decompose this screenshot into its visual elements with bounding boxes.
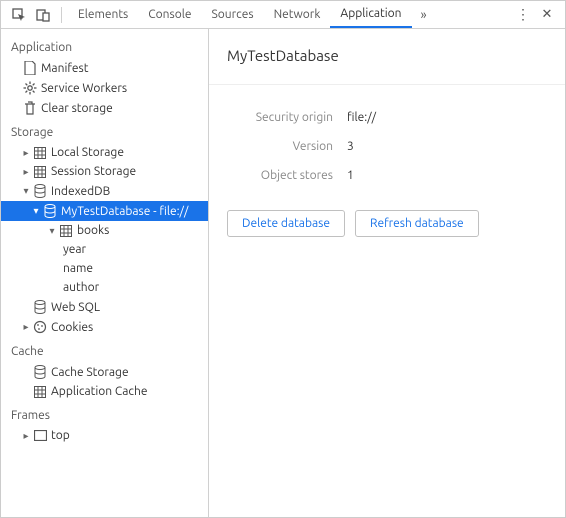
item-index-name[interactable]: name [1, 259, 208, 278]
tree-label: author [61, 281, 99, 294]
tree-label: IndexedDB [49, 185, 110, 198]
chevron-right-icon: ▸ [21, 147, 31, 159]
detail-panel: MyTestDatabase Security origin file:// V… [209, 29, 565, 517]
chevron-down-icon: ▾ [31, 205, 41, 217]
kebab-menu-icon[interactable]: ⋮ [515, 7, 531, 23]
document-icon [21, 61, 39, 75]
tree-label: books [75, 224, 109, 237]
tree-label: year [61, 243, 86, 256]
prop-value: 1 [347, 169, 354, 182]
section-application: Application [1, 33, 208, 58]
prop-label: Object stores [227, 169, 347, 182]
prop-value: file:// [347, 111, 376, 124]
database-icon [41, 204, 59, 218]
table-icon [31, 386, 49, 398]
tab-sources[interactable]: Sources [201, 2, 263, 27]
properties: Security origin file:// Version 3 Object… [209, 85, 565, 200]
prop-version: Version 3 [227, 132, 547, 161]
table-icon [31, 166, 49, 178]
item-indexeddb-database[interactable]: ▾ MyTestDatabase - file:// [1, 201, 208, 221]
item-index-author[interactable]: author [1, 278, 208, 297]
toolbar-divider [61, 7, 62, 23]
tree-label: Local Storage [49, 146, 124, 159]
trash-icon [21, 101, 39, 115]
database-icon [31, 184, 49, 198]
database-title: MyTestDatabase [209, 29, 565, 85]
item-cookies[interactable]: ▸ Cookies [1, 317, 208, 337]
refresh-database-button[interactable]: Refresh database [355, 210, 479, 237]
tree-label: Manifest [39, 62, 88, 75]
close-icon[interactable]: ✕ [539, 7, 555, 23]
tree-label: Cookies [49, 321, 93, 334]
frame-icon [31, 430, 49, 441]
item-clear-storage[interactable]: Clear storage [1, 98, 208, 118]
delete-database-button[interactable]: Delete database [227, 210, 345, 237]
item-cache-storage[interactable]: Cache Storage [1, 362, 208, 382]
section-cache: Cache [1, 337, 208, 362]
chevron-down-icon: ▾ [21, 185, 31, 197]
prop-label: Version [227, 140, 347, 153]
item-object-store[interactable]: ▾ books [1, 221, 208, 240]
item-frame-top[interactable]: ▸ top [1, 426, 208, 445]
item-service-workers[interactable]: Service Workers [1, 78, 208, 98]
tree-label: top [49, 429, 70, 442]
tree-label: Web SQL [49, 301, 100, 314]
chevron-right-icon: ▸ [21, 166, 31, 178]
tab-network[interactable]: Network [264, 2, 331, 27]
item-indexeddb[interactable]: ▾ IndexedDB [1, 181, 208, 201]
prop-security-origin: Security origin file:// [227, 103, 547, 132]
tree-label: Service Workers [39, 82, 127, 95]
button-row: Delete database Refresh database [209, 200, 565, 247]
device-toggle-icon[interactable] [35, 7, 51, 23]
tree-label: MyTestDatabase - file:// [59, 205, 188, 218]
item-session-storage[interactable]: ▸ Session Storage [1, 162, 208, 181]
item-local-storage[interactable]: ▸ Local Storage [1, 143, 208, 162]
tree-label: Application Cache [49, 385, 147, 398]
table-icon [31, 147, 49, 159]
chevron-down-icon: ▾ [47, 225, 57, 237]
panel-tabs: Elements Console Sources Network Applica… [68, 1, 436, 28]
tree-label: Clear storage [39, 102, 113, 115]
main-area: Application Manifest Service Workers Cle… [1, 29, 565, 517]
database-icon [31, 365, 49, 379]
sidebar: Application Manifest Service Workers Cle… [1, 29, 209, 517]
chevron-right-icon: ▸ [21, 321, 31, 333]
tree-label: Cache Storage [49, 366, 129, 379]
table-icon [57, 225, 75, 237]
more-tabs-icon[interactable]: » [416, 7, 432, 23]
prop-label: Security origin [227, 111, 347, 124]
chevron-right-icon: ▸ [21, 430, 31, 442]
item-application-cache[interactable]: Application Cache [1, 382, 208, 401]
database-icon [31, 300, 49, 314]
tree-label: name [61, 262, 93, 275]
prop-object-stores: Object stores 1 [227, 161, 547, 190]
section-frames: Frames [1, 401, 208, 426]
section-storage: Storage [1, 118, 208, 143]
item-web-sql[interactable]: Web SQL [1, 297, 208, 317]
cookie-icon [31, 320, 49, 334]
tree-label: Session Storage [49, 165, 136, 178]
devtools-toolbar: Elements Console Sources Network Applica… [1, 1, 565, 29]
item-manifest[interactable]: Manifest [1, 58, 208, 78]
tab-console[interactable]: Console [138, 2, 201, 27]
item-index-year[interactable]: year [1, 240, 208, 259]
inspect-icon[interactable] [11, 7, 27, 23]
tab-application[interactable]: Application [330, 1, 411, 28]
prop-value: 3 [347, 140, 354, 153]
gear-icon [21, 81, 39, 95]
tab-elements[interactable]: Elements [68, 2, 138, 27]
